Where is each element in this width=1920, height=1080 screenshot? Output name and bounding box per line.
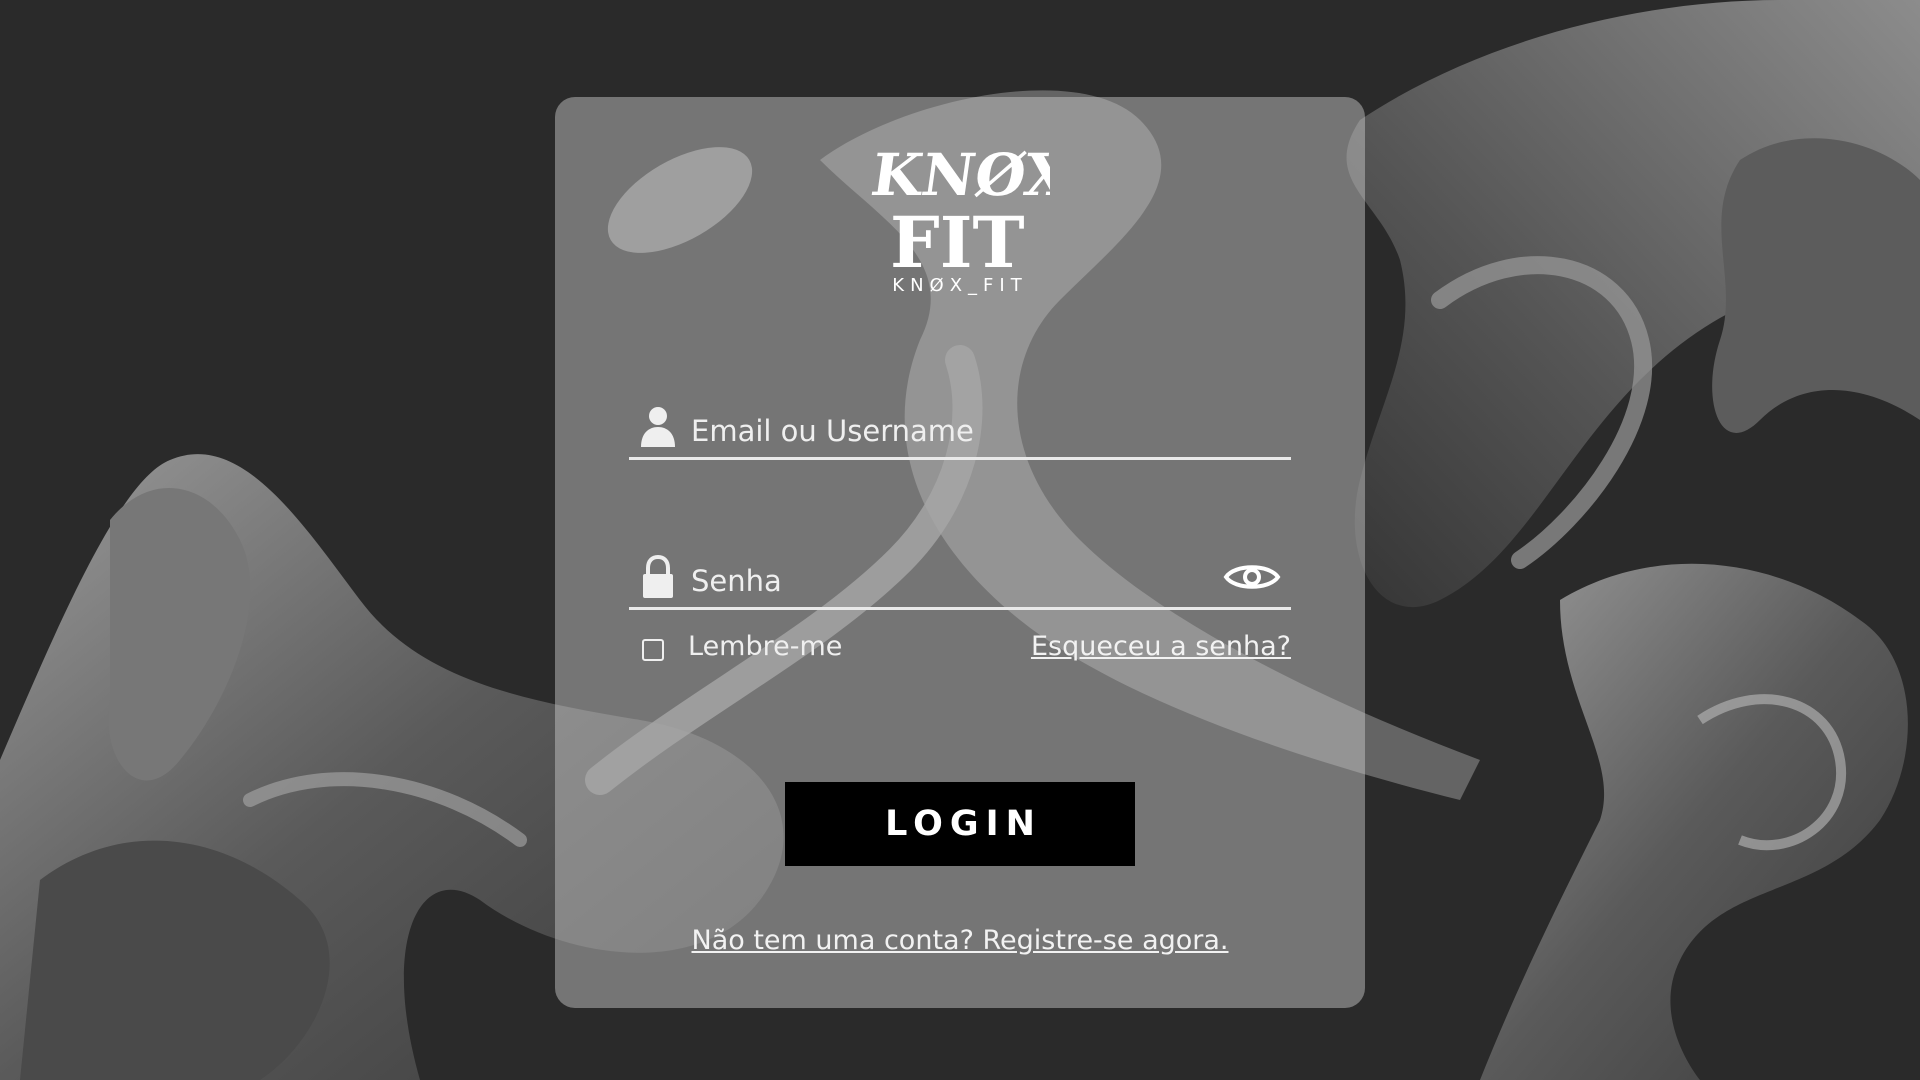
register-link[interactable]: Não tem uma conta? Registre-se agora. xyxy=(555,925,1365,956)
password-field-container xyxy=(629,547,1291,610)
lock-icon xyxy=(643,555,673,598)
password-input[interactable] xyxy=(691,561,1221,601)
user-icon xyxy=(641,407,675,447)
remember-me-label: Lembre-me xyxy=(688,631,843,662)
svg-text:FIT: FIT xyxy=(890,201,1025,284)
eye-icon[interactable] xyxy=(1223,557,1281,597)
email-input[interactable] xyxy=(691,411,1221,451)
remember-me-toggle[interactable]: Lembre-me xyxy=(642,631,842,662)
remember-me-checkbox[interactable] xyxy=(642,638,664,661)
brand-name: KNØX_FIT xyxy=(892,275,1028,296)
svg-text:KNØX: KNØX xyxy=(870,140,1050,209)
login-card: KNØX FIT KNØX_FIT Lembre-me Esqueceu a s… xyxy=(555,97,1365,1008)
brand-logo: KNØX FIT xyxy=(870,140,1050,284)
forgot-password-link[interactable]: Esqueceu a senha? xyxy=(1031,631,1291,662)
login-button[interactable]: LOGIN xyxy=(785,782,1135,866)
email-field-container xyxy=(629,397,1291,460)
